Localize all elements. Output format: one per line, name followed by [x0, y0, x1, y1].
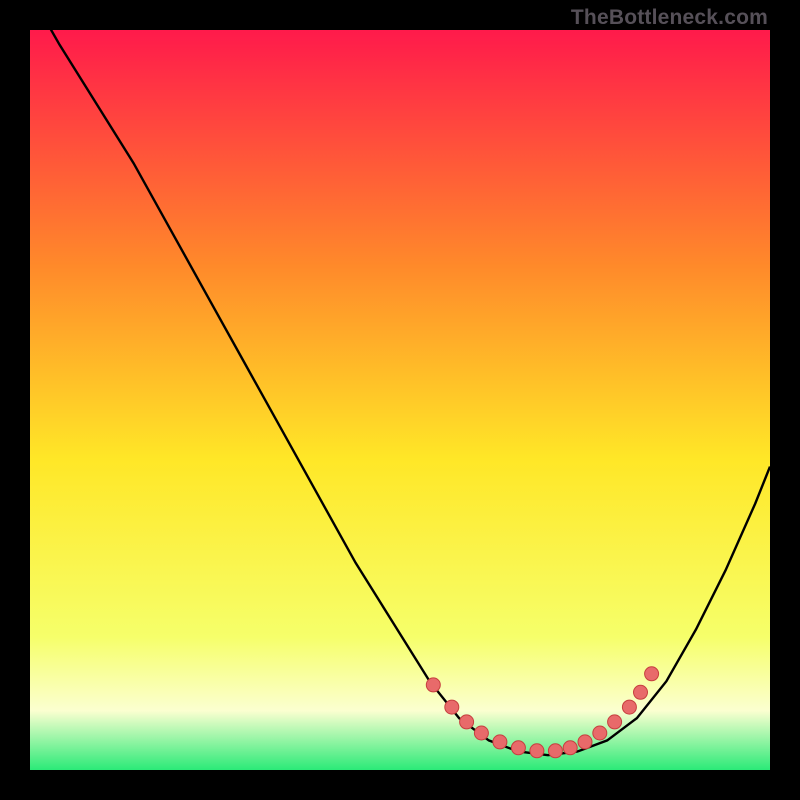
- curve-marker: [511, 741, 525, 755]
- curve-marker: [474, 726, 488, 740]
- curve-marker: [548, 744, 562, 758]
- chart-frame: [30, 30, 770, 770]
- curve-marker: [460, 715, 474, 729]
- curve-marker: [608, 715, 622, 729]
- watermark-label: TheBottleneck.com: [571, 6, 768, 30]
- curve-marker: [645, 667, 659, 681]
- curve-marker: [578, 735, 592, 749]
- gradient-background: [30, 30, 770, 770]
- curve-marker: [426, 678, 440, 692]
- curve-marker: [445, 700, 459, 714]
- bottleneck-plot: [30, 30, 770, 770]
- curve-marker: [593, 726, 607, 740]
- curve-marker: [634, 685, 648, 699]
- curve-marker: [622, 700, 636, 714]
- curve-marker: [530, 744, 544, 758]
- curve-marker: [563, 741, 577, 755]
- curve-marker: [493, 735, 507, 749]
